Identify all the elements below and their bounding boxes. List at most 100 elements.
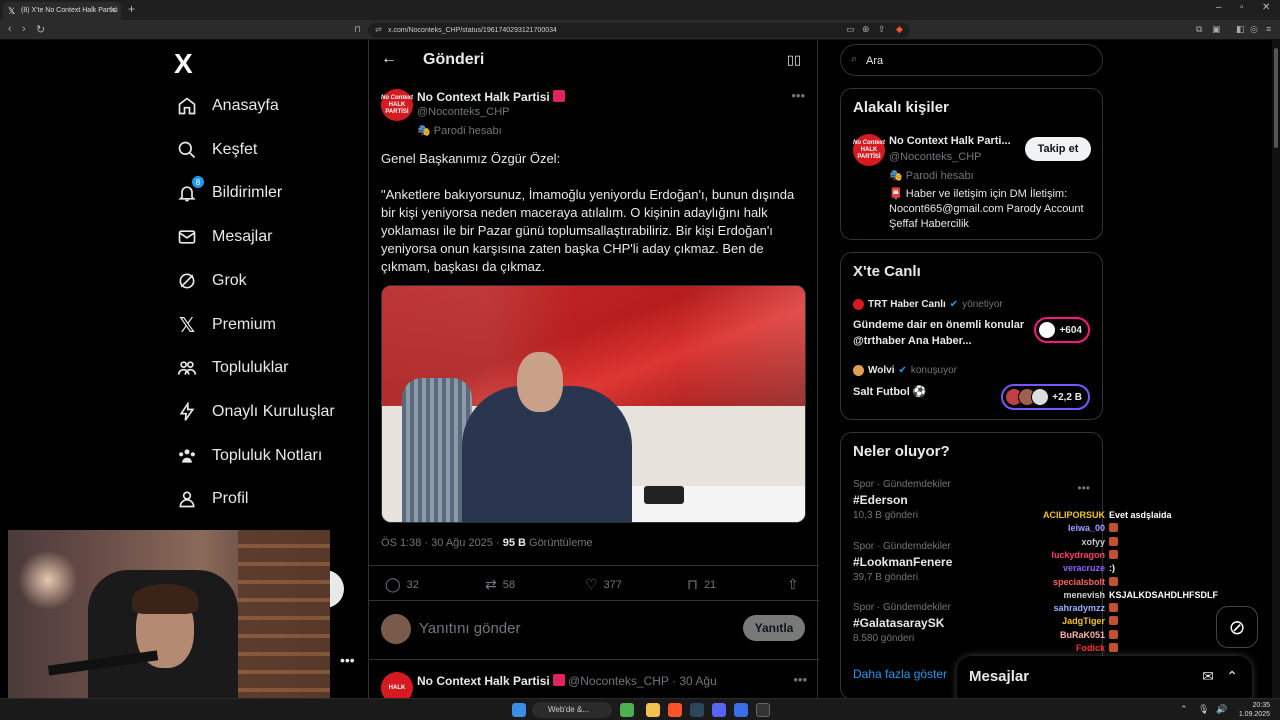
reply-action[interactable]: ◯ 32	[385, 576, 419, 593]
tray-chevron-icon[interactable]: ⌃	[1180, 704, 1188, 715]
live-host[interactable]: TRT Haber Canlı ✔ yönetiyor	[853, 299, 1003, 310]
next-post-author[interactable]: No Context Halk Partisi @Noconteks_CHP ·…	[417, 674, 717, 688]
viewer-avatar[interactable]	[381, 614, 411, 644]
obs-icon[interactable]	[756, 703, 770, 717]
expand-up-icon[interactable]: ⌃	[1226, 668, 1238, 685]
follow-button[interactable]: Takip et	[1025, 137, 1091, 161]
post-time[interactable]: ÖS 1:38 · 30 Ağu 2025 ·	[381, 537, 503, 549]
scroll-thumb[interactable]	[1274, 48, 1278, 148]
menu-icon[interactable]: ≡	[1266, 24, 1271, 34]
close-tab-icon[interactable]: ✕	[109, 5, 117, 16]
maximize-icon[interactable]: ▫	[1240, 2, 1244, 13]
volume-icon[interactable]: 🔊	[1216, 704, 1227, 715]
chat-username[interactable]: BuRaK051	[1040, 630, 1105, 642]
reader-mode-icon[interactable]: ▯▯	[787, 52, 801, 68]
post-more-icon[interactable]: •••	[793, 672, 807, 687]
post-image[interactable]	[381, 285, 806, 523]
live-host[interactable]: Wolvi ✔ konuşuyor	[853, 365, 957, 376]
parody-label: 🎭 Parodi hesabı	[889, 170, 974, 182]
new-message-icon[interactable]: ✉	[1202, 668, 1214, 685]
chat-username[interactable]: veracruze	[1040, 563, 1105, 575]
chat-username[interactable]: Fodick	[1040, 643, 1105, 655]
forward-nav-icon[interactable]: ›	[22, 23, 26, 35]
nav-item-explore[interactable]: Keşfet	[176, 135, 257, 165]
post-more-icon[interactable]: •••	[791, 88, 805, 103]
account-more-icon[interactable]: •••	[340, 652, 355, 668]
wallet-icon[interactable]: ▣	[1212, 24, 1221, 35]
chat-username[interactable]: JadgTiger	[1040, 616, 1105, 628]
chat-username[interactable]: ACILIPORSUK	[1040, 510, 1105, 522]
brave-shield-icon[interactable]: ◆	[896, 24, 903, 35]
minimize-icon[interactable]: –	[1216, 2, 1222, 13]
site-info-icon[interactable]: ⇌	[375, 25, 382, 34]
chat-username[interactable]: menevish	[1040, 590, 1105, 602]
close-window-icon[interactable]: ✕	[1262, 2, 1270, 13]
relevant-name[interactable]: No Context Halk Parti...	[889, 135, 1011, 147]
like-action[interactable]: ♡ 377	[585, 576, 622, 593]
reader-view-icon[interactable]: ▭	[846, 24, 855, 35]
clock[interactable]: 20:35 1.09.2025	[1239, 701, 1270, 719]
show-more-link[interactable]: Daha fazla göster	[853, 667, 947, 681]
chat-username[interactable]: leiwa_00	[1040, 523, 1105, 535]
page-scrollbar[interactable]	[1272, 40, 1280, 698]
reply-button[interactable]: Yanıtla	[743, 615, 805, 641]
windows-start-icon[interactable]	[512, 703, 526, 717]
taskbar-search[interactable]: Web'de &...	[532, 702, 612, 718]
share-icon[interactable]: ⇪	[878, 24, 886, 35]
trend-more-icon[interactable]: •••	[1077, 481, 1090, 495]
nav-item-home[interactable]: Anasayfa	[176, 91, 279, 121]
nav-item-profile[interactable]: Profil	[176, 484, 248, 514]
trend-item[interactable]: Spor · Gündemdekiler #LookmanFenere 39,7…	[853, 541, 952, 583]
chat-username[interactable]: xofyy	[1040, 537, 1105, 549]
x-logo-icon[interactable]: X	[174, 48, 193, 80]
back-nav-icon[interactable]: ‹	[8, 23, 12, 35]
chat-username[interactable]: luckydragon	[1040, 550, 1105, 562]
sidebar-toggle-icon[interactable]: ◧	[1236, 24, 1245, 35]
file-explorer-icon[interactable]	[646, 703, 660, 717]
vpn-icon[interactable]: ◎	[1250, 24, 1258, 35]
search-input[interactable]: ⌕ Ara	[840, 44, 1103, 76]
browser-tab[interactable]: 𝕏 (8) X'te No Context Halk Partisi ✕	[3, 2, 121, 20]
widget-icon[interactable]	[620, 703, 634, 717]
chat-username[interactable]: specialsbolt	[1040, 577, 1105, 589]
bookmark-page-icon[interactable]: ⊓	[354, 24, 361, 35]
author-name[interactable]: No Context Halk Partisi	[417, 90, 565, 104]
messages-drawer[interactable]: Mesajlar ✉ ⌃	[957, 656, 1252, 704]
avatar-line-3: PARTİSİ	[857, 153, 881, 160]
reload-icon[interactable]: ↻	[36, 23, 45, 36]
author-avatar[interactable]: No Context HALK PARTİSİ	[853, 134, 885, 166]
people-icon	[176, 357, 198, 379]
chat-username[interactable]: sahradymzz	[1040, 603, 1105, 615]
discord-icon[interactable]	[712, 703, 726, 717]
app-icon[interactable]	[734, 703, 748, 717]
extensions-icon[interactable]: ⧉	[1196, 24, 1202, 35]
mic-icon[interactable]: 🎙	[1198, 704, 1209, 715]
bookmark-action[interactable]: ⊓ 21	[687, 576, 716, 593]
reply-input[interactable]: Yanıtını gönder	[419, 620, 520, 637]
zoom-icon[interactable]: ⊕	[862, 24, 870, 35]
nav-item-messages[interactable]: Mesajlar	[176, 222, 272, 252]
nav-item-grok[interactable]: Grok	[176, 266, 247, 296]
brave-icon[interactable]	[668, 703, 682, 717]
steam-icon[interactable]	[690, 703, 704, 717]
live-listeners-pill[interactable]: +604	[1034, 317, 1090, 343]
nav-item-premium[interactable]: 𝕏 Premium	[176, 310, 276, 340]
relevant-handle[interactable]: @Noconteks_CHP	[889, 151, 981, 163]
new-tab-button[interactable]: +	[128, 2, 135, 16]
grok-fab-button[interactable]: ⊘	[1216, 606, 1258, 648]
author-avatar[interactable]: No Context HALK PARTİSİ	[381, 89, 413, 121]
nav-item-community-notes[interactable]: Topluluk Notları	[176, 441, 322, 471]
url-field[interactable]: ⇌ x.com/Noconteks_CHP/status/19617402931…	[368, 23, 910, 38]
back-arrow-icon[interactable]: ←	[381, 50, 397, 68]
nav-item-verified-orgs[interactable]: Onaylı Kuruluşlar	[176, 397, 335, 427]
nav-item-communities[interactable]: Topluluklar	[176, 353, 288, 383]
nav-item-notifications[interactable]: 8 Bildirimler	[176, 176, 282, 208]
live-listeners-pill[interactable]: +2,2 B	[1001, 384, 1090, 410]
trend-item[interactable]: Spor · Gündemdekiler #GalatasaraySK 8.58…	[853, 602, 951, 644]
trend-item[interactable]: Spor · Gündemdekiler #Ederson 10,3 B gön…	[853, 479, 951, 521]
author-handle[interactable]: @Noconteks_CHP	[417, 106, 509, 118]
bookmark-icon: ⊓	[687, 576, 698, 592]
repost-action[interactable]: ⇄ 58	[485, 576, 515, 593]
share-action[interactable]: ⇧	[787, 576, 799, 593]
live-title[interactable]: Gündeme dair en önemli konular @trthaber…	[853, 317, 1028, 349]
